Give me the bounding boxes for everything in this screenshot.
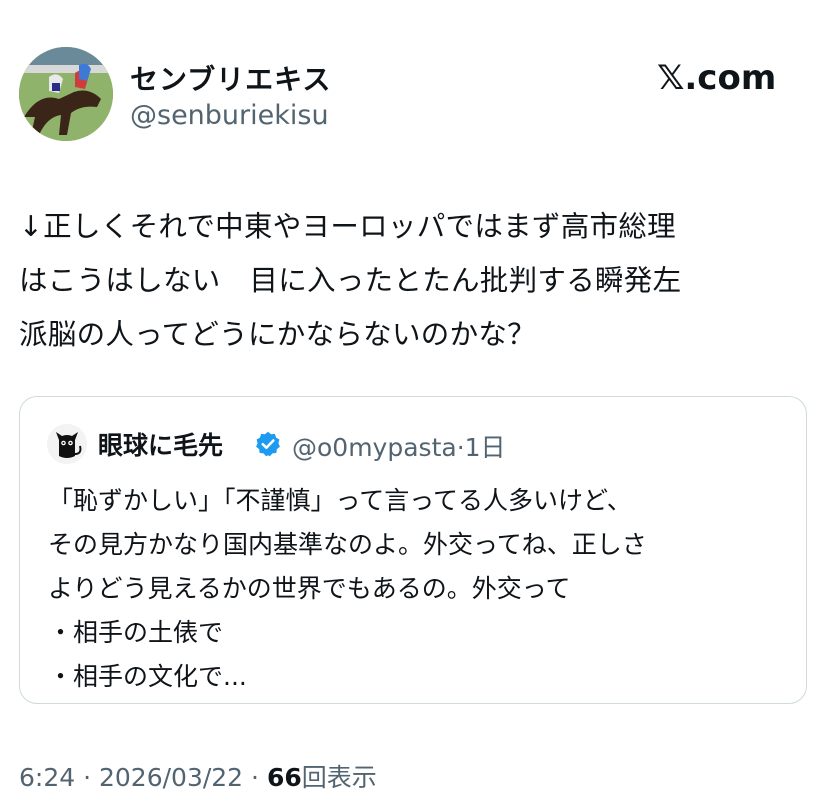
quote-text: 「恥ずかしい」「不謹慎」って言ってる人多いけど、 その見方かなり国内基準なのよ。… [48, 486, 647, 691]
view-count-label: 回表示 [301, 763, 377, 792]
quote-separator: · [456, 433, 465, 462]
footer-separator: · [251, 763, 259, 792]
tweet-time: 6:24 [19, 763, 76, 792]
quoted-tweet[interactable]: 眼球に毛先 @o0mypasta·1日 「恥ずかしい」「不謹慎」って言ってる人多… [19, 396, 807, 704]
tweet-text: ↓正しくそれで中東やヨーロッパではまず高市総理 はこうはしない 目に入ったとたん… [19, 210, 682, 351]
footer-separator: · [83, 763, 92, 792]
view-count: 66 [266, 763, 302, 792]
cat-icon [47, 424, 87, 464]
author-avatar[interactable] [19, 47, 113, 141]
tweet-date: 2026/03/22 [99, 763, 244, 792]
horse-racing-photo [19, 47, 113, 141]
verified-badge-icon [256, 431, 280, 457]
tweet-footer: 6:24 · 2026/03/22 · 66回表示 [19, 758, 377, 794]
author-name[interactable]: センブリエキス [130, 58, 331, 98]
quote-author-handle: @o0mypasta [292, 433, 457, 462]
x-logo: 𝕏.com [657, 58, 777, 98]
quote-avatar [47, 424, 87, 464]
quote-author-name: 眼球に毛先 [98, 431, 224, 460]
author-handle[interactable]: @senburiekisu [130, 100, 329, 131]
quote-age: 1日 [464, 433, 506, 462]
quote-meta: @o0mypasta·1日 [292, 428, 506, 464]
